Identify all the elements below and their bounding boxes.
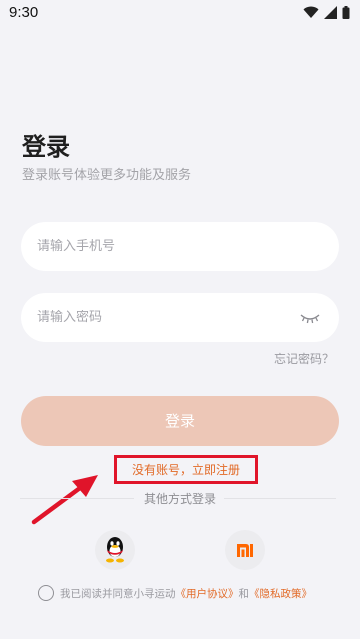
privacy-policy-link[interactable]: 《隐私政策》 — [249, 588, 312, 600]
agreement-row: 我已阅读并同意小寻运动《用户协议》和《隐私政策》 — [38, 585, 312, 601]
eye-closed-icon[interactable] — [299, 311, 321, 325]
user-agreement-link[interactable]: 《用户协议》 — [176, 588, 239, 600]
page-subtitle: 登录账号体验更多功能及服务 — [22, 168, 192, 183]
phone-field[interactable] — [21, 222, 339, 271]
password-field[interactable] — [21, 293, 339, 342]
agreement-prefix: 我已阅读并同意小寻运动 — [60, 587, 176, 600]
agreement-and: 和 — [238, 587, 250, 600]
forgot-password-link[interactable]: 忘记密码？ — [274, 350, 334, 367]
qq-login-button[interactable] — [95, 530, 135, 570]
agreement-checkbox[interactable] — [38, 585, 54, 601]
register-link[interactable]: 没有账号，立即注册 — [132, 461, 240, 478]
password-input[interactable] — [37, 310, 299, 325]
qq-penguin-icon — [106, 537, 124, 563]
status-time: 9:30 — [9, 4, 39, 21]
signal-icon — [324, 6, 337, 19]
status-bar: 9:30 — [0, 0, 360, 26]
battery-icon — [342, 6, 350, 19]
xiaomi-login-button[interactable] — [225, 530, 265, 570]
register-highlight-box: 没有账号，立即注册 — [114, 455, 258, 484]
login-button[interactable]: 登录 — [21, 396, 339, 446]
login-screen: 9:30 登录 登录账号体验更多功能及服务 忘 — [0, 0, 360, 639]
agreement-text: 我已阅读并同意小寻运动《用户协议》和《隐私政策》 — [60, 586, 312, 601]
page-title: 登录 — [22, 133, 70, 161]
other-login-divider: 其他方式登录 — [20, 488, 340, 508]
divider-right — [224, 498, 336, 499]
phone-input[interactable] — [37, 239, 323, 254]
status-icons — [303, 6, 350, 19]
xiaomi-logo-icon — [237, 543, 253, 557]
wifi-icon — [303, 6, 319, 18]
